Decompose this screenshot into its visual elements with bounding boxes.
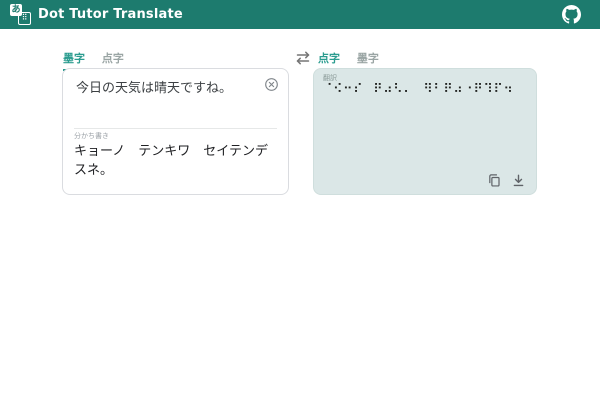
logo-kana-square: あ	[10, 4, 22, 16]
copy-icon[interactable]	[487, 173, 502, 188]
app-header: あ ⠿ Dot Tutor Translate	[0, 0, 600, 29]
source-input-card: 今日の天気は晴天ですね。 分かち書き キョーノ テンキワ セイテンデスネ。	[62, 68, 289, 195]
download-icon[interactable]	[511, 173, 526, 188]
github-icon[interactable]	[562, 5, 581, 24]
output-actions	[487, 173, 526, 188]
app-title: Dot Tutor Translate	[38, 7, 183, 22]
divider	[74, 128, 277, 129]
swap-direction-button[interactable]	[294, 51, 312, 65]
braille-output-card: 翻訳 ⠈⠪⠒⠎⠀⠟⠴⠣⠄⠀⠻⠃⠟⠴⠐⠟⠹⠏⠲	[313, 68, 537, 195]
source-text-input[interactable]: 今日の天気は晴天ですね。	[76, 77, 256, 96]
clear-input-icon[interactable]	[264, 77, 279, 92]
braille-output-text: ⠈⠪⠒⠎⠀⠟⠴⠣⠄⠀⠻⠃⠟⠴⠐⠟⠹⠏⠲	[323, 82, 529, 97]
tab-target-sumiji[interactable]: 墨字	[357, 50, 379, 66]
swap-horizontal-icon	[294, 51, 312, 65]
tab-source-tenji[interactable]: 点字	[102, 50, 124, 66]
translate-logo-icon: あ ⠿	[10, 4, 31, 25]
segmented-text: キョーノ テンキワ セイテンデスネ。	[74, 140, 279, 178]
